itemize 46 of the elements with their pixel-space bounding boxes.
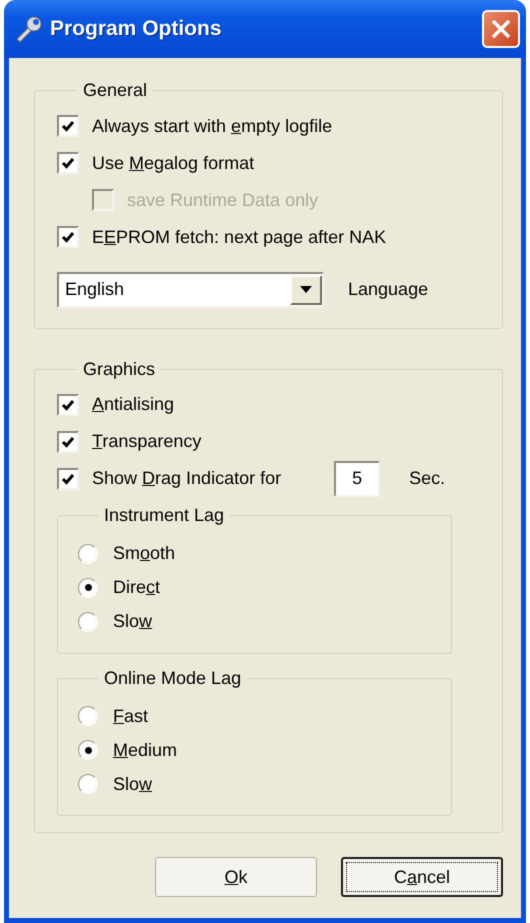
check-icon (61, 472, 75, 486)
radio-label: Smooth (113, 542, 176, 566)
checkbox[interactable] (57, 115, 79, 138)
checkbox-label: EEPROM fetch: next page after NAK (92, 226, 386, 249)
radio-label: Slow (113, 610, 152, 634)
wrench-icon (14, 14, 44, 44)
radio-button[interactable] (78, 706, 98, 726)
check-icon (61, 398, 75, 412)
check-icon (61, 156, 75, 170)
checkbox-label: Use Megalog format (92, 152, 254, 175)
group-title: Graphics (82, 358, 156, 380)
dialog-button[interactable]: Cancel (341, 857, 503, 898)
checkbox[interactable] (57, 468, 79, 490)
checkbox-label: Antialising (92, 393, 174, 416)
check-icon (61, 434, 75, 449)
radio-label: Medium (113, 738, 178, 762)
radio-label: Fast (113, 704, 148, 728)
unit-label: Sec. (409, 467, 446, 490)
checkbox[interactable] (57, 152, 79, 174)
radio-button[interactable] (78, 612, 98, 632)
checkbox-label: save Runtime Data only (127, 188, 318, 212)
dialog-button[interactable]: Ok (155, 857, 317, 898)
radio-button[interactable] (78, 740, 98, 760)
checkbox-label: Show Drag Indicator for (92, 467, 282, 490)
group-title: Online Mode Lag (103, 668, 242, 690)
checkbox-label: Transparency (92, 430, 202, 454)
caret-icon (300, 286, 312, 294)
close-icon (489, 17, 513, 41)
radio-button[interactable] (78, 774, 98, 794)
group-title: General (82, 80, 148, 102)
language-label: Language (348, 278, 428, 302)
window-title: Program Options (50, 16, 223, 42)
group-title: Instrument Lag (103, 505, 226, 527)
checkbox[interactable] (57, 226, 79, 248)
check-icon (61, 230, 75, 244)
radio-label: Direct (113, 576, 160, 600)
number-field[interactable]: 5 (334, 460, 380, 497)
checkbox[interactable] (57, 394, 79, 416)
radio-button[interactable] (78, 578, 98, 598)
checkbox-label: Always start with empty logfile (92, 114, 332, 138)
close-button[interactable] (482, 10, 520, 48)
language-dropdown[interactable]: English (57, 272, 324, 308)
radio-label: Slow (113, 772, 152, 796)
check-icon (61, 119, 75, 134)
checkbox[interactable] (57, 430, 79, 453)
radio-button[interactable] (78, 544, 98, 564)
